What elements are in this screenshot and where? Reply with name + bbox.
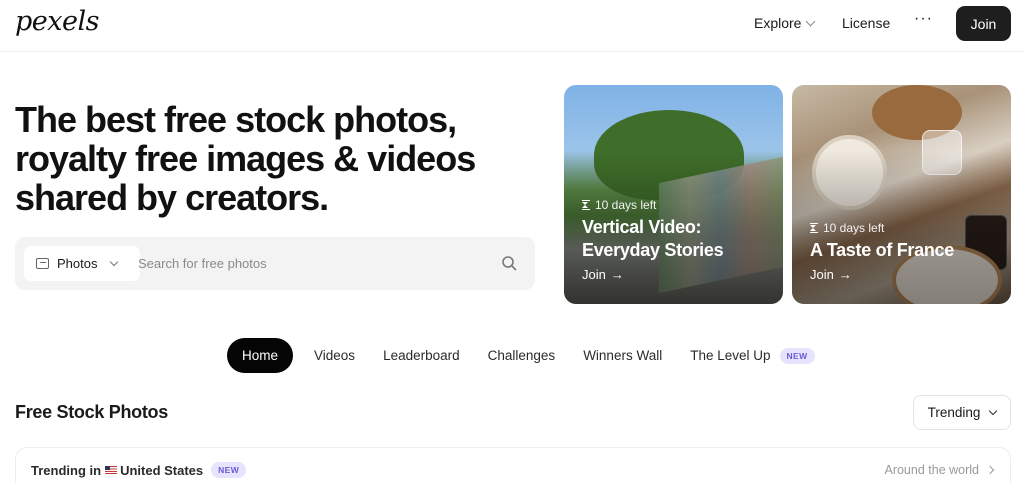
sort-dropdown[interactable]: Trending xyxy=(913,395,1011,430)
search-input[interactable] xyxy=(138,246,478,281)
challenge-join-label: Join xyxy=(582,267,606,282)
chevron-right-icon xyxy=(985,465,995,475)
nav-license[interactable]: License xyxy=(842,15,890,31)
trending-prefix: Trending in xyxy=(31,462,102,478)
us-flag-icon xyxy=(105,466,118,474)
search-icon[interactable] xyxy=(501,255,517,271)
chevron-down-icon xyxy=(110,257,119,267)
around-the-world-label: Around the world xyxy=(884,463,979,477)
tab-winners-wall[interactable]: Winners Wall xyxy=(569,338,676,373)
challenge-card-meta: 10 days left Vertical Video: Everyday St… xyxy=(582,198,783,282)
new-badge: NEW xyxy=(779,347,815,364)
tab-leaderboard[interactable]: Leaderboard xyxy=(369,338,474,373)
challenge-title: Vertical Video: Everyday Stories xyxy=(582,217,724,260)
hero-title: The best free stock photos, royalty free… xyxy=(15,99,476,218)
tab-videos[interactable]: Videos xyxy=(300,338,369,373)
search-bar: Photos xyxy=(15,237,535,290)
hourglass-icon xyxy=(582,200,590,210)
pexels-logo[interactable]: pexels xyxy=(15,6,99,37)
more-menu-icon[interactable]: ··· xyxy=(914,10,933,28)
challenge-title: A Taste of France xyxy=(810,240,954,260)
trending-label: Trending in United States NEW xyxy=(31,462,247,478)
hourglass-icon xyxy=(810,223,818,233)
new-badge: NEW xyxy=(211,462,247,478)
days-left: 10 days left xyxy=(582,198,783,212)
chevron-down-icon xyxy=(989,406,998,416)
search-type-label: Photos xyxy=(57,256,98,271)
trending-bar: Trending in United States NEW Around the… xyxy=(15,447,1011,483)
image-icon xyxy=(36,258,49,269)
join-button[interactable]: Join xyxy=(956,6,1011,41)
sort-label: Trending xyxy=(927,405,981,420)
challenge-join-link[interactable]: Join → xyxy=(582,267,783,282)
nav-explore-label: Explore xyxy=(754,15,802,31)
days-left-label: 10 days left xyxy=(823,221,885,235)
search-type-dropdown[interactable]: Photos xyxy=(24,246,140,281)
days-left-label: 10 days left xyxy=(595,198,657,212)
arrow-right-icon: → xyxy=(610,267,624,282)
arrow-right-icon: → xyxy=(838,267,852,282)
tab-home[interactable]: Home xyxy=(227,338,294,373)
tab-challenges[interactable]: Challenges xyxy=(474,338,570,373)
days-left: 10 days left xyxy=(810,221,954,235)
challenge-card-meta: 10 days left A Taste of France Join → xyxy=(810,221,954,282)
challenge-card-vertical-video[interactable]: 10 days left Vertical Video: Everyday St… xyxy=(564,85,783,304)
top-header: pexels Explore License ··· Join xyxy=(0,0,1024,52)
main-tabs: Home Videos Leaderboard Challenges Winne… xyxy=(227,338,829,373)
tab-the-level-up-label: The Level Up xyxy=(690,348,771,363)
challenge-join-link[interactable]: Join → xyxy=(810,267,954,282)
section-title: Free Stock Photos xyxy=(15,402,168,422)
tab-the-level-up[interactable]: The Level Up NEW xyxy=(676,338,828,373)
around-the-world-link[interactable]: Around the world xyxy=(884,463,995,477)
challenge-join-label: Join xyxy=(810,267,834,282)
nav-explore[interactable]: Explore xyxy=(754,15,816,31)
trending-country: United States xyxy=(120,462,204,478)
challenge-card-taste-of-france[interactable]: 10 days left A Taste of France Join → xyxy=(792,85,1011,304)
chevron-down-icon xyxy=(806,16,816,26)
